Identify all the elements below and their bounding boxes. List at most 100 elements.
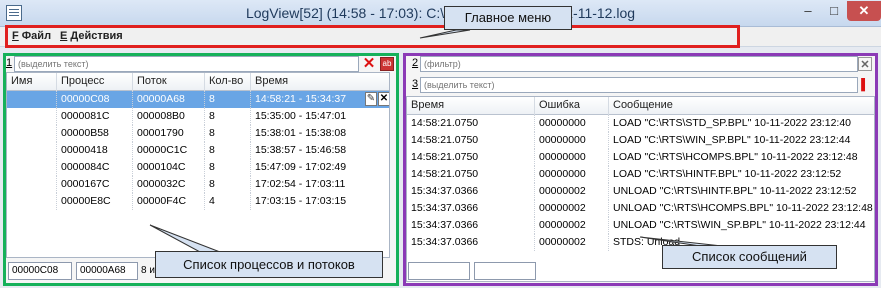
cell-process: 00000E8C (57, 193, 133, 210)
cell-count: 8 (205, 91, 251, 108)
cell-process: 00000C08 (57, 91, 133, 108)
cell-time: 15:47:09 - 17:02:49 (251, 159, 389, 176)
clear-message-filter-icon[interactable]: ✕ (858, 57, 872, 71)
message-row[interactable]: 15:34:37.0366 00000002 UNLOAD "C:\RTS\HINT… (407, 183, 874, 200)
column-count[interactable]: Кол-во (205, 73, 251, 91)
cell-name (7, 108, 57, 125)
message-row[interactable]: 14:58:21.0750 00000000 LOAD "C:\RTS\HCOMPS… (407, 149, 874, 166)
menu-file-label: Файл (21, 30, 52, 42)
main-menu: F Файл E Действия (0, 27, 881, 47)
column-time[interactable]: Время (251, 73, 389, 91)
cell-message: LOAD "C:\RTS\HINTF.BPL" 10-11-2022 23:12… (609, 166, 874, 183)
menu-actions[interactable]: E Действия (60, 30, 123, 42)
column-name[interactable]: Имя (7, 73, 57, 91)
cell-message: LOAD "C:\RTS\STD_SP.BPL" 10-11-2022 23:1… (609, 115, 874, 132)
title-bar: LogView[52] (14:58 - 17:03): C:\RTS\ 202… (0, 0, 881, 27)
maximize-button[interactable]: □ (821, 1, 847, 21)
highlight-color-icon[interactable]: ▌ (858, 78, 872, 92)
column-message[interactable]: Сообщение (609, 97, 874, 115)
status-thread-field[interactable]: 00000A68 (76, 262, 138, 280)
cell-error: 00000000 (535, 132, 609, 149)
cell-name (7, 91, 57, 108)
filter-number-2: 2 (412, 57, 419, 69)
cell-name (7, 176, 57, 193)
table-row[interactable]: 00000B58 00001790 8 15:38:01 - 15:38:08 (7, 125, 389, 142)
cell-count: 8 (205, 108, 251, 125)
highlight-text-input-1[interactable] (14, 56, 359, 72)
menu-actions-label: Действия (70, 30, 123, 42)
process-thread-panel: 1 ✕ ab Имя Процесс Поток Кол-во Время 00… (6, 56, 396, 283)
filter-options-icon[interactable]: ab (380, 57, 394, 71)
cell-thread: 000008B0 (133, 108, 205, 125)
cell-process: 0000084C (57, 159, 133, 176)
clear-filter-icon[interactable]: ✕ (362, 56, 376, 71)
cell-count: 8 (205, 125, 251, 142)
cell-time: 15:38:57 - 15:46:58 (251, 142, 389, 159)
cell-message: LOAD "C:\RTS\WIN_SP.BPL" 10-11-2022 23:1… (609, 132, 874, 149)
cell-process: 0000167C (57, 176, 133, 193)
window-title: LogView[52] (14:58 - 17:03): C:\RTS\ 202… (245, 5, 636, 21)
column-process[interactable]: Процесс (57, 73, 133, 91)
table-row[interactable]: 00000C08 00000A68 8 14:58:21 - 15:34:37 ✎ ✕ (7, 91, 389, 108)
message-list-header: Время Ошибка Сообщение (407, 97, 874, 115)
message-row[interactable]: 14:58:21.0750 00000000 LOAD "C:\RTS\WIN_SP… (407, 132, 874, 149)
message-status-field-2[interactable] (474, 262, 536, 280)
table-row[interactable]: 00000418 00000C1C 8 15:38:57 - 15:46:58 (7, 142, 389, 159)
cell-time: 15:34:37.0366 (407, 200, 535, 217)
cell-error: 00000002 (535, 217, 609, 234)
cell-time: 15:34:37.0366 (407, 217, 535, 234)
table-row[interactable]: 0000081C 000008B0 8 15:35:00 - 15:47:01 (7, 108, 389, 125)
cell-time: 15:34:37.0366 (407, 183, 535, 200)
menu-file[interactable]: F Файл (12, 30, 51, 42)
callout-message-list: Список сообщений (662, 245, 837, 269)
table-row[interactable]: 0000167C 0000032C 8 17:02:54 - 17:03:11 (7, 176, 389, 193)
message-row[interactable]: 14:58:21.0750 00000000 LOAD "C:\RTS\HINTF.… (407, 166, 874, 183)
menu-file-accelerator: F (12, 30, 19, 42)
cell-time: 15:35:00 - 15:47:01 (251, 108, 389, 125)
cell-error: 00000002 (535, 200, 609, 217)
message-status-field-1[interactable] (408, 262, 470, 280)
cell-name (7, 142, 57, 159)
menu-actions-accelerator: E (60, 30, 68, 42)
cell-message: UNLOAD "C:\RTS\WIN_SP.BPL" 10-11-2022 23… (609, 217, 874, 234)
column-thread[interactable]: Поток (133, 73, 205, 91)
message-row[interactable]: 15:34:37.0366 00000002 UNLOAD "C:\RTS\HCOM… (407, 200, 874, 217)
table-row[interactable]: 00000E8C 00000F4C 4 17:03:15 - 17:03:15 (7, 193, 389, 210)
cell-thread: 0000032C (133, 176, 205, 193)
cell-error: 00000002 (535, 183, 609, 200)
edit-row-icon[interactable]: ✎ (365, 92, 377, 106)
cell-process: 0000081C (57, 108, 133, 125)
cell-time: 14:58:21.0750 (407, 149, 535, 166)
cell-thread: 0000104C (133, 159, 205, 176)
table-row[interactable]: 0000084C 0000104C 8 15:47:09 - 17:02:49 (7, 159, 389, 176)
close-window-button[interactable]: ✕ (847, 1, 881, 21)
cell-time: 14:58:21.0750 (407, 166, 535, 183)
message-filter-input[interactable] (420, 56, 858, 72)
cell-count: 8 (205, 142, 251, 159)
message-row[interactable]: 14:58:21.0750 00000000 LOAD "C:\RTS\STD_SP… (407, 115, 874, 132)
message-filter-row: 2 ✕ (406, 56, 875, 72)
cell-process: 00000B58 (57, 125, 133, 142)
cell-thread: 00000F4C (133, 193, 205, 210)
cell-time: 14:58:21.0750 (407, 132, 535, 149)
cell-error: 00000000 (535, 166, 609, 183)
cell-time: 17:02:54 - 17:03:11 (251, 176, 389, 193)
highlight-text-input-3[interactable] (420, 77, 858, 93)
column-message-time[interactable]: Время (407, 97, 535, 115)
message-row[interactable]: 15:34:37.0366 00000002 UNLOAD "C:\RTS\WIN_… (407, 217, 874, 234)
cell-thread: 00000A68 (133, 91, 205, 108)
filter-number-1: 1 (6, 57, 13, 69)
remove-row-icon[interactable]: ✕ (378, 92, 389, 106)
cell-name (7, 125, 57, 142)
cell-error: 00000002 (535, 234, 609, 251)
cell-error: 00000000 (535, 149, 609, 166)
cell-time: 15:38:01 - 15:38:08 (251, 125, 389, 142)
cell-time: 14:58:21.0750 (407, 115, 535, 132)
column-error[interactable]: Ошибка (535, 97, 609, 115)
status-process-field[interactable]: 00000C08 (8, 262, 72, 280)
cell-error: 00000000 (535, 115, 609, 132)
cell-thread: 00000C1C (133, 142, 205, 159)
highlight-filter-row-3: 3 ▌ (406, 77, 875, 93)
minimize-button[interactable]: – (795, 1, 821, 21)
process-list-header: Имя Процесс Поток Кол-во Время (7, 73, 389, 91)
